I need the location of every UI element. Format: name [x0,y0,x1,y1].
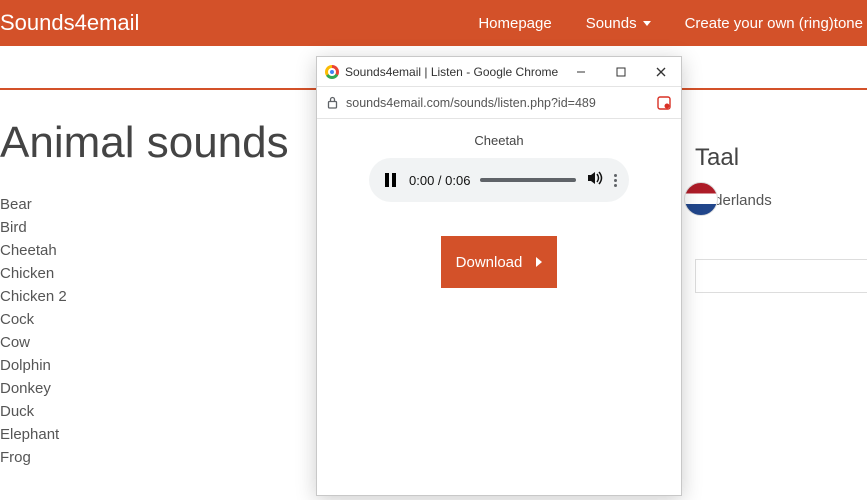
address-bar[interactable]: sounds4email.com/sounds/listen.php?id=48… [317,87,681,119]
download-button[interactable]: Download [441,236,557,288]
pause-icon [385,173,396,187]
search-input[interactable] [695,259,867,293]
language-value[interactable]: Nederlands [695,192,867,209]
nav-homepage[interactable]: Homepage [478,15,551,32]
seek-slider[interactable] [480,178,576,182]
brand-logo[interactable]: Sounds4email [0,10,139,36]
nav-create[interactable]: Create your own (ring)tone [685,15,863,32]
language-heading: Taal [695,144,867,172]
audio-player: 0:00 / 0:06 [369,158,629,202]
top-navbar: Sounds4email Homepage Sounds Create your… [0,0,867,46]
lock-icon [327,96,338,109]
volume-button[interactable] [586,169,604,192]
maximize-icon [616,67,626,77]
popup-window: Sounds4email | Listen - Google Chrome so… [316,56,682,496]
time-display: 0:00 / 0:06 [409,173,470,188]
window-controls [561,57,681,86]
nav-create-label: Create your own (ring)tone [685,15,863,32]
search-row: Search [695,259,867,293]
minimize-icon [576,67,586,77]
player-menu-button[interactable] [614,174,617,187]
window-title: Sounds4email | Listen - Google Chrome [345,65,561,79]
minimize-button[interactable] [561,57,601,86]
maximize-button[interactable] [601,57,641,86]
nav-sounds-label: Sounds [586,15,637,32]
url-text: sounds4email.com/sounds/listen.php?id=48… [346,96,649,110]
volume-icon [586,169,604,187]
extension-icon[interactable] [657,96,671,110]
sound-title: Cheetah [474,133,523,148]
close-button[interactable] [641,57,681,86]
sidebar: Taal Nederlands Search [687,90,867,466]
nav-homepage-label: Homepage [478,15,551,32]
arrow-right-icon [536,257,542,267]
close-icon [656,67,666,77]
flag-icon [684,182,718,216]
chevron-down-icon [643,21,651,26]
play-pause-button[interactable] [381,173,399,187]
window-titlebar: Sounds4email | Listen - Google Chrome [317,57,681,87]
download-label: Download [456,254,523,271]
nav-sounds[interactable]: Sounds [586,15,651,32]
nav-menu: Homepage Sounds Create your own (ring)to… [478,15,867,32]
popup-body: Cheetah 0:00 / 0:06 Download [317,119,681,302]
chrome-icon [325,65,339,79]
